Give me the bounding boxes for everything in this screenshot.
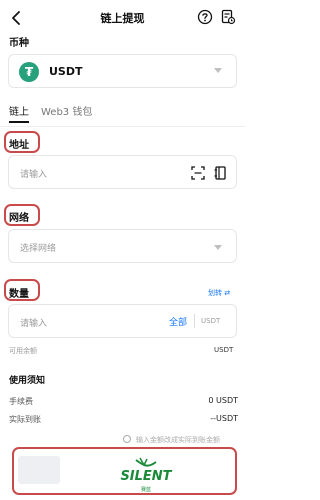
available-balance-label: 可用余额 (9, 347, 37, 355)
caret-down-icon (214, 68, 222, 73)
transfer-link[interactable]: 划转 ⇄ (208, 288, 230, 298)
usdt-logo-icon: ₮ (19, 62, 39, 82)
address-placeholder: 请输入 (20, 170, 48, 180)
svg-text:SILENT: SILENT (120, 469, 172, 484)
network-selector[interactable]: 选择网络 (8, 229, 237, 263)
coin-label: 币种 (9, 38, 29, 49)
received-value: --USDT (210, 414, 238, 423)
notice-title: 使用须知 (9, 376, 46, 386)
svg-text:赛蓝: 赛蓝 (141, 486, 151, 493)
address-label: 地址 (9, 140, 29, 151)
amount-unit: USDT (201, 317, 221, 325)
amount-placeholder: 请输入 (20, 319, 48, 329)
coin-name: USDT (49, 65, 83, 78)
fee-label: 手续费 (9, 397, 33, 406)
tab-divider (0, 126, 245, 127)
tab-onchain[interactable]: 链上 (9, 103, 29, 118)
all-button[interactable]: 全部 (169, 315, 187, 328)
tab-web3-wallet[interactable]: Web3 钱包 (41, 103, 92, 118)
unit-divider (194, 314, 195, 328)
records-icon[interactable] (220, 9, 236, 25)
bottom-placeholder-block (18, 456, 60, 484)
toggle-radio-icon[interactable] (123, 435, 131, 443)
address-book-icon[interactable] (214, 166, 226, 180)
help-circle-icon[interactable] (197, 9, 213, 25)
received-label: 实际到账 (9, 415, 41, 424)
toggle-hint[interactable]: 输入金额改成实际到账金额 (136, 435, 220, 445)
network-label: 网络 (9, 213, 29, 224)
silent-watermark-icon: SILENT 赛蓝 (120, 457, 173, 493)
available-balance-value: USDT (214, 346, 234, 354)
caret-down-icon (214, 245, 222, 250)
amount-label: 数量 (9, 289, 29, 300)
address-input[interactable]: 请输入 (8, 155, 237, 189)
scan-icon[interactable] (191, 166, 205, 180)
coin-selector[interactable]: ₮ USDT (8, 54, 237, 88)
network-placeholder: 选择网络 (20, 244, 57, 254)
fee-value: 0 USDT (208, 396, 238, 405)
tab-active-indicator (9, 121, 29, 123)
amount-input[interactable]: 请输入 全部 USDT (8, 304, 237, 338)
